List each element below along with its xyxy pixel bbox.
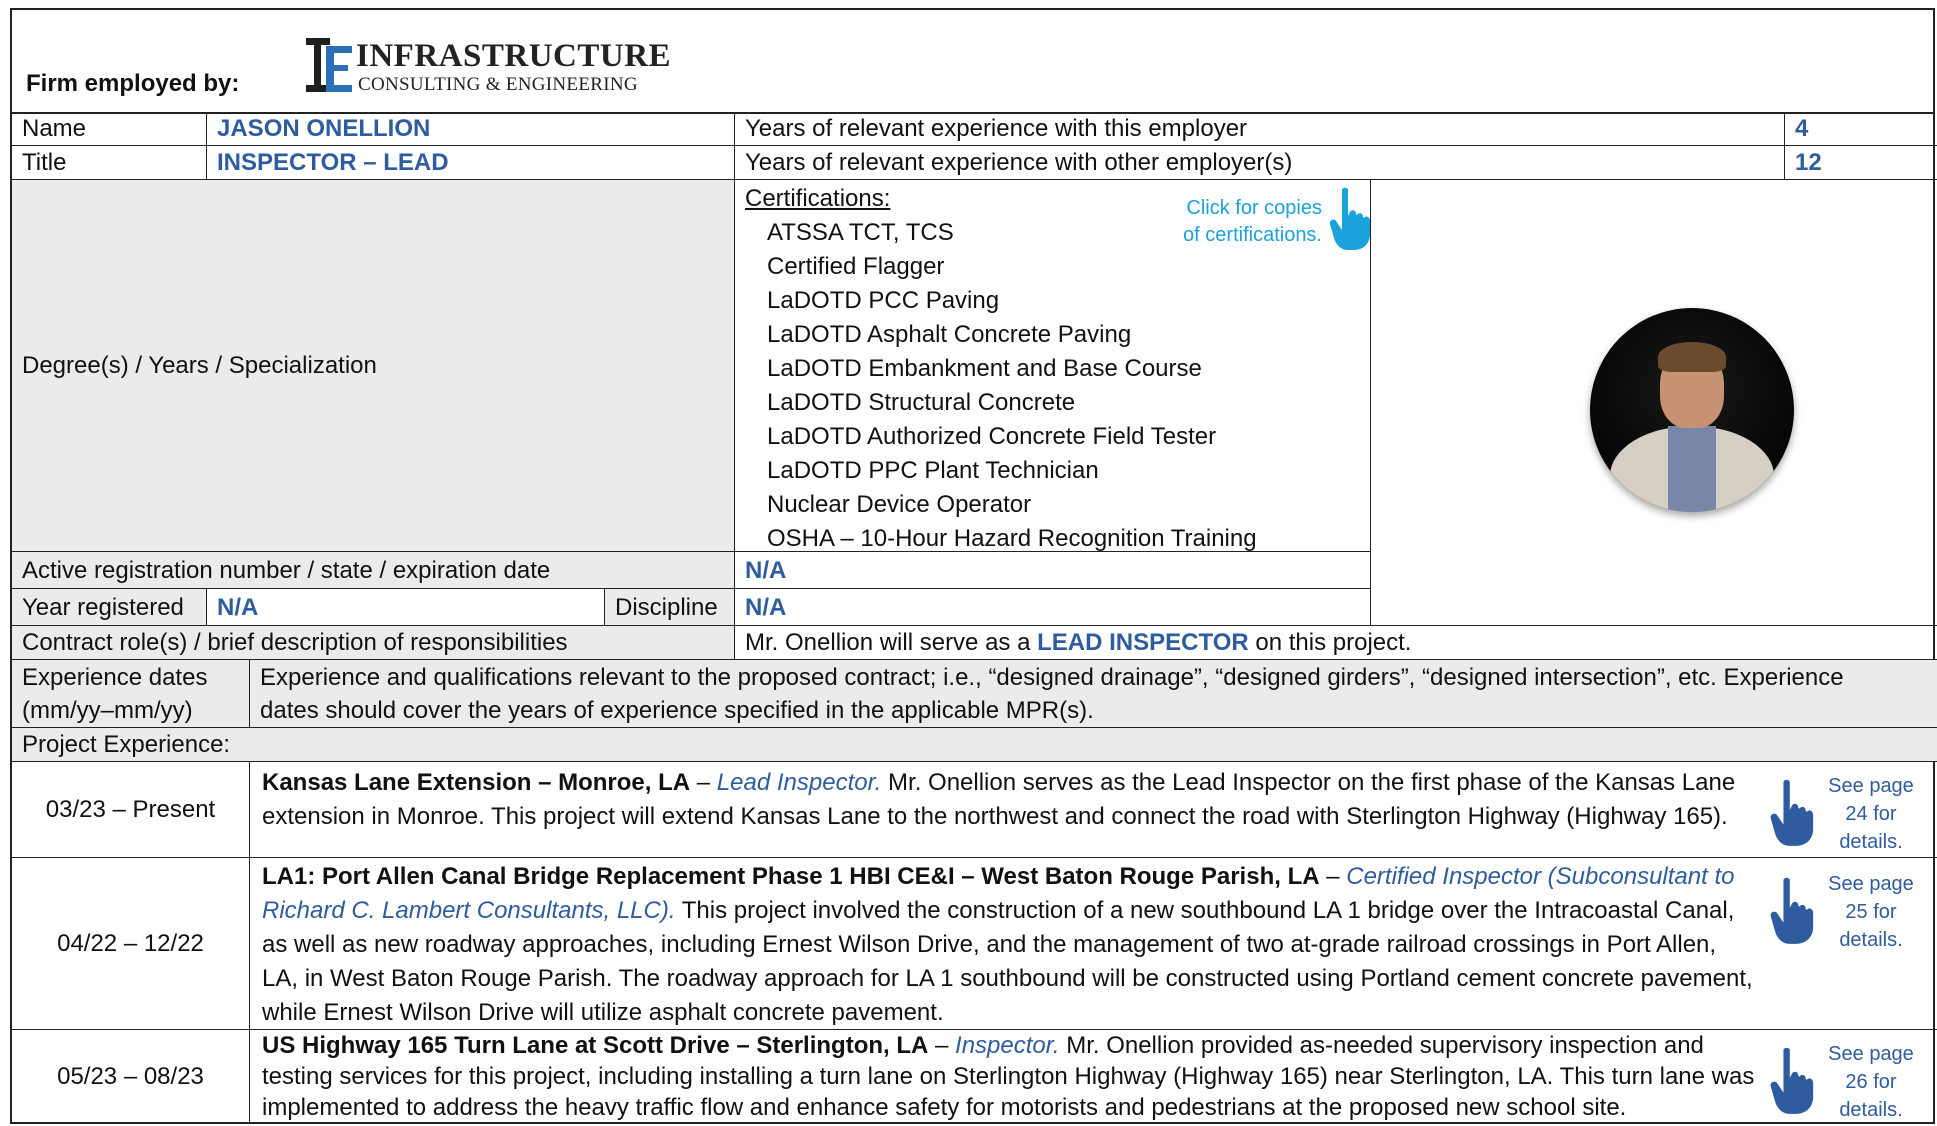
year-registered-value: N/A [207, 589, 605, 626]
project-sep: – [1319, 863, 1347, 890]
contract-role-value: Mr. Onellion will serve as a LEAD INSPEC… [735, 626, 1937, 660]
project-description: Kansas Lane Extension – Monroe, LA – Lea… [250, 762, 1937, 858]
see-page-link[interactable]: See page 26 for details. [1823, 1040, 1919, 1124]
contract-role-label: Contract role(s) / brief description of … [12, 626, 735, 660]
title-label: Title [12, 146, 207, 180]
see-page-line2: 25 for [1845, 901, 1897, 923]
contract-role-prefix: Mr. Onellion will serve as a [745, 629, 1031, 656]
project-role: Lead Inspector. [716, 769, 882, 796]
resume-header: Firm employed by: INFRASTRUCTURE CONSULT… [12, 10, 1933, 114]
see-page-line2: 24 for [1845, 803, 1897, 825]
certifications-link[interactable]: Click for copies of certifications. [1172, 195, 1322, 249]
pointing-hand-icon[interactable] [1768, 876, 1818, 946]
years-other-employers-value: 12 [1785, 146, 1937, 180]
pointing-hand-icon[interactable] [1768, 1046, 1818, 1116]
experience-dates-line1: Experience dates [22, 664, 208, 691]
certification-item: LaDOTD Authorized Concrete Field Tester [767, 423, 1217, 450]
year-registered-label: Year registered [12, 589, 207, 626]
certifications-link-line2: of certifications. [1183, 224, 1322, 246]
certifications-list: ATSSA TCT, TCS Certified Flagger LaDOTD … [745, 216, 1360, 552]
experience-description-header: Experience and qualifications relevant t… [250, 660, 1937, 728]
name-value: JASON ONELLION [207, 112, 735, 146]
project-description: LA1: Port Allen Canal Bridge Replacement… [250, 858, 1937, 1030]
see-page-line3: details. [1839, 831, 1903, 853]
project-experience-label: Project Experience: [12, 728, 1937, 762]
name-label: Name [12, 112, 207, 146]
certification-item: LaDOTD PCC Paving [767, 287, 1000, 314]
title-value: INSPECTOR – LEAD [207, 146, 735, 180]
degree-label: Degree(s) / Years / Specialization [12, 180, 735, 552]
resume-sheet: Firm employed by: INFRASTRUCTURE CONSULT… [10, 8, 1937, 1124]
discipline-value: N/A [735, 589, 1371, 626]
headshot-photo [1590, 308, 1794, 512]
project-dates: 05/23 – 08/23 [12, 1030, 250, 1124]
logo-line2: CONSULTING & ENGINEERING [358, 74, 638, 95]
pointing-hand-icon[interactable] [1328, 186, 1374, 252]
certification-item: LaDOTD PPC Plant Technician [767, 457, 1099, 484]
project-sep: – [928, 1032, 956, 1059]
project-title: Kansas Lane Extension – Monroe, LA [262, 769, 691, 796]
see-page-link[interactable]: See page 24 for details. [1823, 772, 1919, 856]
certification-item: Nuclear Device Operator [767, 491, 1032, 518]
see-page-line3: details. [1839, 1099, 1903, 1121]
registration-label: Active registration number / state / exp… [12, 552, 735, 589]
years-this-employer-label: Years of relevant experience with this e… [735, 112, 1785, 146]
project-description: US Highway 165 Turn Lane at Scott Drive … [250, 1030, 1937, 1124]
see-page-line1: See page [1828, 775, 1914, 797]
experience-dates-header: Experience dates (mm/yy–mm/yy) [12, 660, 250, 728]
contract-role-suffix: on this project. [1255, 629, 1412, 656]
project-role: Inspector. [955, 1032, 1060, 1059]
certification-item: OSHA – 10-Hour Hazard Recognition Traini… [767, 525, 1257, 552]
project-title: LA1: Port Allen Canal Bridge Replacement… [262, 863, 1320, 890]
project-title: US Highway 165 Turn Lane at Scott Drive … [262, 1032, 929, 1059]
years-this-employer-value: 4 [1785, 112, 1937, 146]
project-dates: 03/23 – Present [12, 762, 250, 858]
certifications-link-line1: Click for copies [1186, 197, 1322, 219]
logo-line1: INFRASTRUCTURE [356, 38, 672, 74]
registration-value: N/A [735, 552, 1371, 589]
see-page-line1: See page [1828, 873, 1914, 895]
see-page-link[interactable]: See page 25 for details. [1823, 870, 1919, 954]
pointing-hand-icon[interactable] [1768, 778, 1818, 848]
see-page-line1: See page [1828, 1043, 1914, 1065]
see-page-line3: details. [1839, 929, 1903, 951]
experience-desc-line2: dates should cover the years of experien… [260, 697, 1094, 724]
ie-logo-icon [306, 38, 352, 92]
firm-label: Firm employed by: [26, 70, 240, 97]
certification-item: Certified Flagger [767, 253, 945, 280]
discipline-label: Discipline [605, 589, 735, 626]
experience-dates-line2: (mm/yy–mm/yy) [22, 697, 193, 724]
certification-item: LaDOTD Embankment and Base Course [767, 355, 1202, 382]
contract-role-highlight: LEAD INSPECTOR [1037, 629, 1249, 656]
certification-item: LaDOTD Structural Concrete [767, 389, 1076, 416]
certification-item: LaDOTD Asphalt Concrete Paving [767, 321, 1132, 348]
project-sep: – [690, 769, 717, 796]
years-other-employers-label: Years of relevant experience with other … [735, 146, 1785, 180]
see-page-line2: 26 for [1845, 1071, 1897, 1093]
experience-desc-line1: Experience and qualifications relevant t… [260, 664, 1844, 691]
project-dates: 04/22 – 12/22 [12, 858, 250, 1030]
